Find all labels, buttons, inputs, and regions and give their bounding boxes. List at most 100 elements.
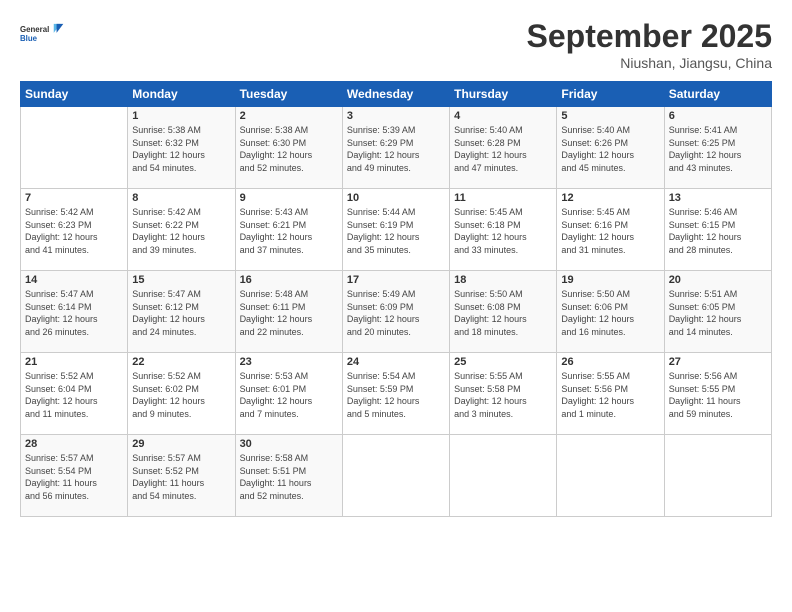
cell: 26 Sunrise: 5:55 AM Sunset: 5:56 PM Dayli… (557, 353, 664, 435)
day-number: 28 (25, 438, 123, 450)
cell: 18Sunrise: 5:50 AM Sunset: 6:08 PM Dayli… (450, 271, 557, 353)
day-number: 14 (25, 274, 123, 286)
day-number: 11 (454, 192, 552, 204)
cell (21, 107, 128, 189)
cell-content: Sunrise: 5:54 AM Sunset: 5:59 PM Dayligh… (347, 370, 445, 420)
logo-icon: GeneralBlue (20, 18, 65, 50)
cell-content: Sunrise: 5:51 AM Sunset: 6:05 PM Dayligh… (669, 288, 767, 338)
cell-content: Sunrise: 5:57 AM Sunset: 5:54 PM Dayligh… (25, 452, 123, 502)
cell: 8 Sunrise: 5:42 AM Sunset: 6:22 PM Daylig… (128, 189, 235, 271)
cell: 5 Sunrise: 5:40 AM Sunset: 6:26 PM Daylig… (557, 107, 664, 189)
day-number: 12 (561, 192, 659, 204)
cell: 7Sunrise: 5:42 AM Sunset: 6:23 PM Daylig… (21, 189, 128, 271)
cell: 16 Sunrise: 5:48 AM Sunset: 6:11 PM Dayli… (235, 271, 342, 353)
day-number: 26 (561, 356, 659, 368)
cell-content: Sunrise: 5:57 AM Sunset: 5:52 PM Dayligh… (132, 452, 230, 502)
day-number: 25 (454, 356, 552, 368)
day-number: 8 (132, 192, 230, 204)
cell-content: Sunrise: 5:45 AM Sunset: 6:16 PM Dayligh… (561, 206, 659, 256)
day-number: 29 (132, 438, 230, 450)
day-number: 17 (347, 274, 445, 286)
cell: 4 Sunrise: 5:40 AM Sunset: 6:28 PM Daylig… (450, 107, 557, 189)
cell: 30Sunrise: 5:58 AM Sunset: 5:51 PM Dayli… (235, 435, 342, 517)
day-number: 16 (240, 274, 338, 286)
cell: 12 Sunrise: 5:45 AM Sunset: 6:16 PM Dayli… (557, 189, 664, 271)
cell-content: Sunrise: 5:40 AM Sunset: 6:28 PM Dayligh… (454, 124, 552, 174)
cell-content: Sunrise: 5:44 AM Sunset: 6:19 PM Dayligh… (347, 206, 445, 256)
cell: 22Sunrise: 5:52 AM Sunset: 6:02 PM Dayli… (128, 353, 235, 435)
cell: 29 Sunrise: 5:57 AM Sunset: 5:52 PM Dayli… (128, 435, 235, 517)
cell: 14 Sunrise: 5:47 AM Sunset: 6:14 PM Dayli… (21, 271, 128, 353)
col-header-tuesday: Tuesday (235, 82, 342, 107)
day-number: 24 (347, 356, 445, 368)
cell: 20 Sunrise: 5:51 AM Sunset: 6:05 PM Dayli… (664, 271, 771, 353)
header: GeneralBlue September 2025 Niushan, Jian… (20, 18, 772, 71)
col-header-thursday: Thursday (450, 82, 557, 107)
cell: 28 Sunrise: 5:57 AM Sunset: 5:54 PM Dayli… (21, 435, 128, 517)
day-number: 4 (454, 110, 552, 122)
day-number: 2 (240, 110, 338, 122)
header-row: SundayMondayTuesdayWednesdayThursdayFrid… (21, 82, 772, 107)
cell-content: Sunrise: 5:45 AM Sunset: 6:18 PM Dayligh… (454, 206, 552, 256)
col-header-wednesday: Wednesday (342, 82, 449, 107)
day-number: 13 (669, 192, 767, 204)
cell: 25 Sunrise: 5:55 AM Sunset: 5:58 PM Dayli… (450, 353, 557, 435)
col-header-sunday: Sunday (21, 82, 128, 107)
col-header-monday: Monday (128, 82, 235, 107)
day-number: 1 (132, 110, 230, 122)
week-row-5: 28 Sunrise: 5:57 AM Sunset: 5:54 PM Dayli… (21, 435, 772, 517)
title-area: September 2025 Niushan, Jiangsu, China (527, 18, 772, 71)
day-number: 23 (240, 356, 338, 368)
week-row-3: 14 Sunrise: 5:47 AM Sunset: 6:14 PM Dayli… (21, 271, 772, 353)
cell: 1 Sunrise: 5:38 AM Sunset: 6:32 PM Daylig… (128, 107, 235, 189)
cell-content: Sunrise: 5:38 AM Sunset: 6:32 PM Dayligh… (132, 124, 230, 174)
day-number: 3 (347, 110, 445, 122)
cell-content: Sunrise: 5:48 AM Sunset: 6:11 PM Dayligh… (240, 288, 338, 338)
week-row-4: 21 Sunrise: 5:52 AM Sunset: 6:04 PM Dayli… (21, 353, 772, 435)
cell (664, 435, 771, 517)
cell-content: Sunrise: 5:55 AM Sunset: 5:58 PM Dayligh… (454, 370, 552, 420)
day-number: 5 (561, 110, 659, 122)
cell: 19 Sunrise: 5:50 AM Sunset: 6:06 PM Dayli… (557, 271, 664, 353)
day-number: 21 (25, 356, 123, 368)
svg-text:General: General (20, 25, 49, 34)
cell-content: Sunrise: 5:39 AM Sunset: 6:29 PM Dayligh… (347, 124, 445, 174)
cell: 23Sunrise: 5:53 AM Sunset: 6:01 PM Dayli… (235, 353, 342, 435)
calendar-table: SundayMondayTuesdayWednesdayThursdayFrid… (20, 81, 772, 517)
cell: 13 Sunrise: 5:46 AM Sunset: 6:15 PM Dayli… (664, 189, 771, 271)
cell-content: Sunrise: 5:55 AM Sunset: 5:56 PM Dayligh… (561, 370, 659, 420)
col-header-friday: Friday (557, 82, 664, 107)
col-header-saturday: Saturday (664, 82, 771, 107)
cell-content: Sunrise: 5:52 AM Sunset: 6:04 PM Dayligh… (25, 370, 123, 420)
cell: 10Sunrise: 5:44 AM Sunset: 6:19 PM Dayli… (342, 189, 449, 271)
day-number: 15 (132, 274, 230, 286)
cell-content: Sunrise: 5:49 AM Sunset: 6:09 PM Dayligh… (347, 288, 445, 338)
cell-content: Sunrise: 5:41 AM Sunset: 6:25 PM Dayligh… (669, 124, 767, 174)
cell: 2 Sunrise: 5:38 AM Sunset: 6:30 PM Daylig… (235, 107, 342, 189)
location: Niushan, Jiangsu, China (527, 55, 772, 71)
cell (450, 435, 557, 517)
day-number: 7 (25, 192, 123, 204)
cell-content: Sunrise: 5:56 AM Sunset: 5:55 PM Dayligh… (669, 370, 767, 420)
page: GeneralBlue September 2025 Niushan, Jian… (0, 0, 792, 612)
cell-content: Sunrise: 5:50 AM Sunset: 6:06 PM Dayligh… (561, 288, 659, 338)
cell: 21 Sunrise: 5:52 AM Sunset: 6:04 PM Dayli… (21, 353, 128, 435)
cell-content: Sunrise: 5:42 AM Sunset: 6:22 PM Dayligh… (132, 206, 230, 256)
logo: GeneralBlue (20, 18, 65, 50)
month-title: September 2025 (527, 18, 772, 55)
cell-content: Sunrise: 5:50 AM Sunset: 6:08 PM Dayligh… (454, 288, 552, 338)
cell: 9Sunrise: 5:43 AM Sunset: 6:21 PM Daylig… (235, 189, 342, 271)
cell: 15Sunrise: 5:47 AM Sunset: 6:12 PM Dayli… (128, 271, 235, 353)
cell-content: Sunrise: 5:38 AM Sunset: 6:30 PM Dayligh… (240, 124, 338, 174)
cell: 24 Sunrise: 5:54 AM Sunset: 5:59 PM Dayli… (342, 353, 449, 435)
day-number: 30 (240, 438, 338, 450)
day-number: 27 (669, 356, 767, 368)
cell-content: Sunrise: 5:40 AM Sunset: 6:26 PM Dayligh… (561, 124, 659, 174)
cell-content: Sunrise: 5:47 AM Sunset: 6:14 PM Dayligh… (25, 288, 123, 338)
cell-content: Sunrise: 5:46 AM Sunset: 6:15 PM Dayligh… (669, 206, 767, 256)
cell: 27 Sunrise: 5:56 AM Sunset: 5:55 PM Dayli… (664, 353, 771, 435)
cell: 3 Sunrise: 5:39 AM Sunset: 6:29 PM Daylig… (342, 107, 449, 189)
day-number: 20 (669, 274, 767, 286)
day-number: 19 (561, 274, 659, 286)
week-row-1: 1 Sunrise: 5:38 AM Sunset: 6:32 PM Daylig… (21, 107, 772, 189)
